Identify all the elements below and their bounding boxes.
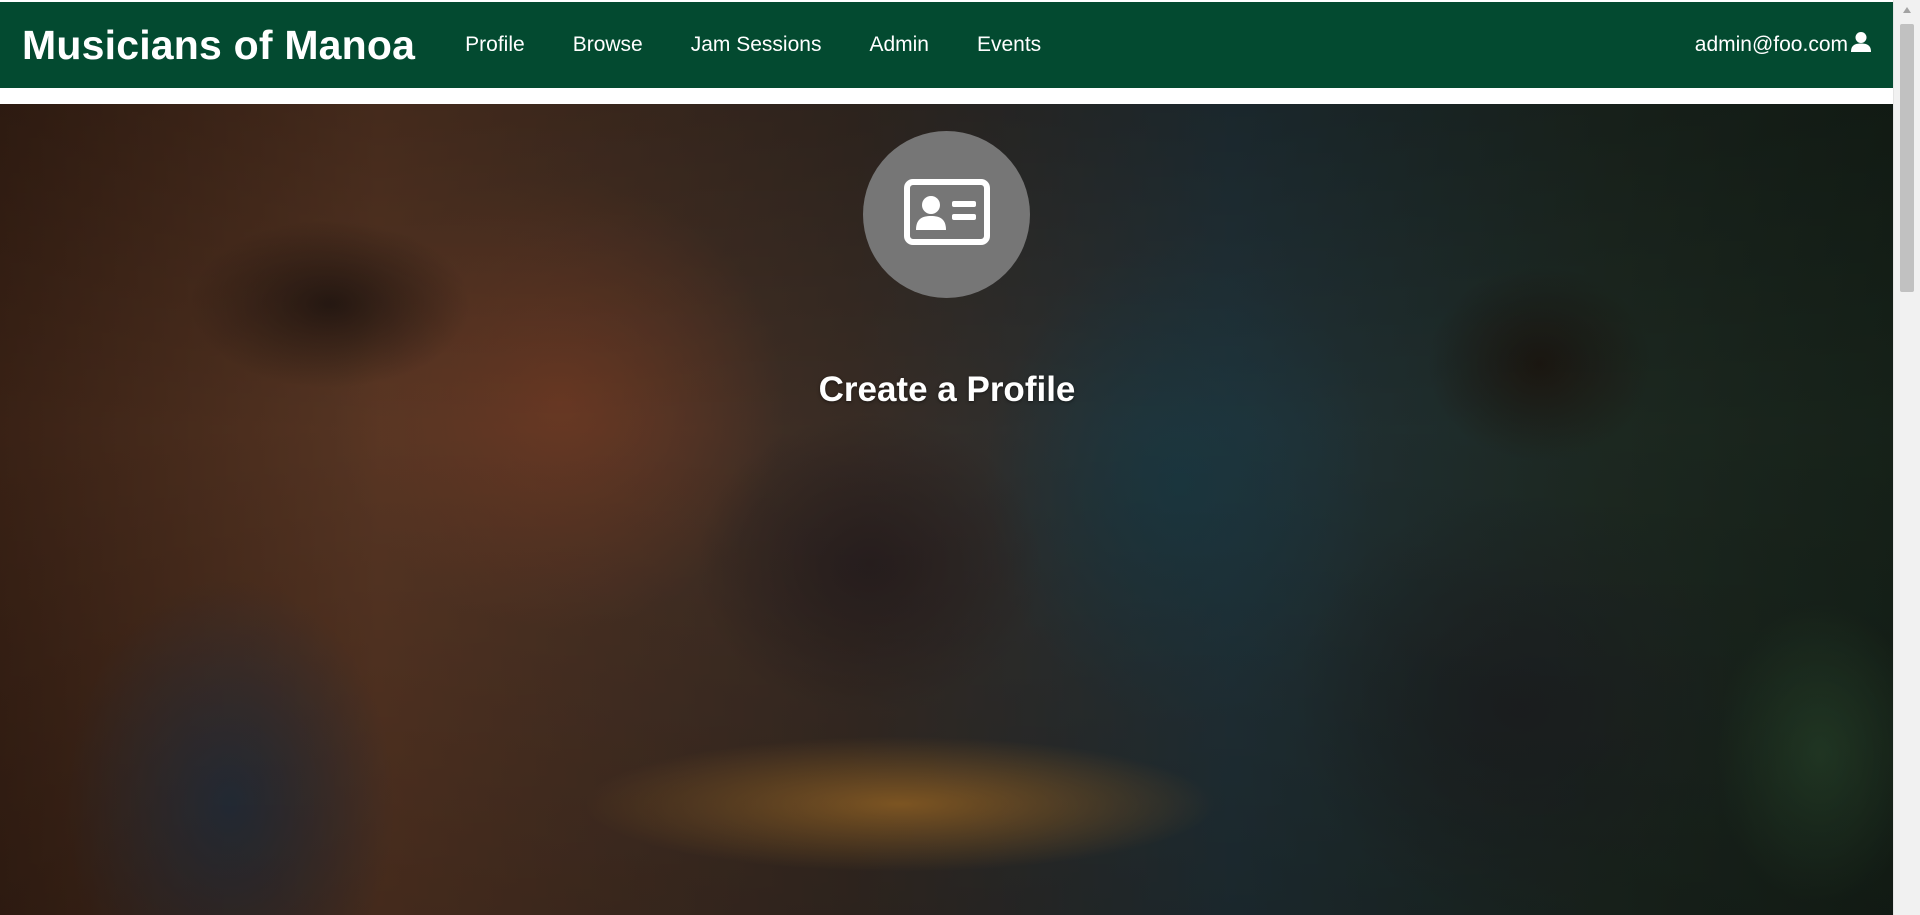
nav-link-jam-sessions[interactable]: Jam Sessions <box>667 33 846 57</box>
vertical-scrollbar[interactable] <box>1893 0 1920 915</box>
user-menu-dropdown[interactable]: admin@foo.com <box>1695 31 1872 59</box>
hero-banner: Create a Profile <box>0 104 1894 915</box>
scrollbar-thumb[interactable] <box>1900 24 1914 292</box>
scroll-up-arrow-icon[interactable] <box>1894 0 1920 20</box>
id-card-icon <box>903 179 990 250</box>
user-icon <box>1850 31 1872 59</box>
navbar: Musicians of Manoa Profile Browse Jam Se… <box>0 2 1894 88</box>
hero-title[interactable]: Create a Profile <box>0 370 1894 410</box>
create-profile-icon-circle[interactable] <box>863 131 1030 298</box>
nav-link-events[interactable]: Events <box>953 33 1065 57</box>
nav-links: Profile Browse Jam Sessions Admin Events <box>441 33 1065 57</box>
nav-link-browse[interactable]: Browse <box>549 33 667 57</box>
nav-link-profile[interactable]: Profile <box>441 33 549 57</box>
nav-link-admin[interactable]: Admin <box>845 33 953 57</box>
brand-logo-link[interactable]: Musicians of Manoa <box>22 22 415 69</box>
user-email: admin@foo.com <box>1694 33 1848 56</box>
